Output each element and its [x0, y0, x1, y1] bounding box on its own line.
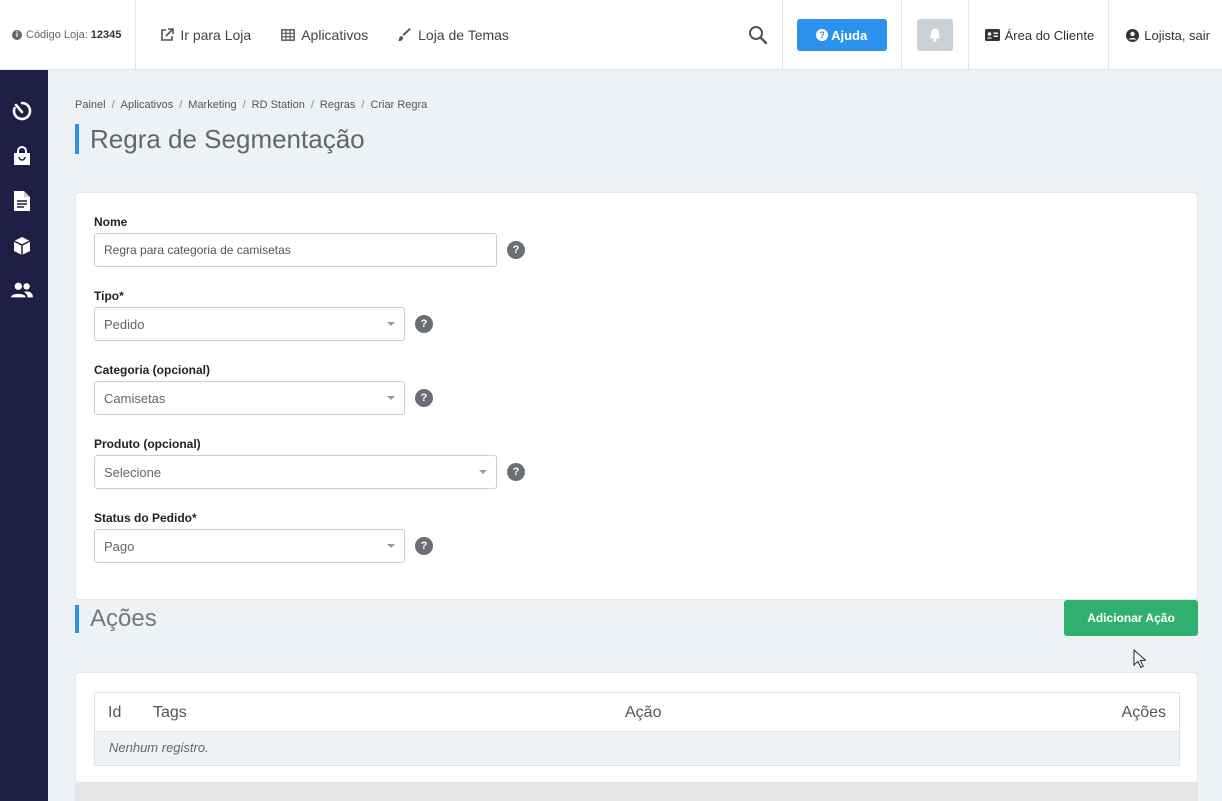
actions-table-card: Id Tags Ação Ações Nenhum registro. [75, 672, 1198, 783]
user-circle-icon [1126, 28, 1140, 42]
column-header-action[interactable]: Ação [625, 704, 661, 722]
sidebar-item-products[interactable] [11, 235, 33, 257]
table-empty-row: Nenhum registro. [95, 731, 1179, 765]
chevron-down-icon [387, 396, 395, 400]
top-bar: i Código Loja: 12345 Ir para Loja Aplica… [0, 0, 1222, 70]
help-button[interactable]: ? Ajuda [796, 19, 887, 51]
grid-icon [281, 29, 296, 41]
shopping-bag-icon [14, 146, 30, 165]
sidebar-item-dashboard[interactable] [11, 100, 33, 122]
category-help-icon[interactable]: ? [415, 389, 433, 407]
footer-strip [75, 783, 1198, 801]
page-title: Regra de Segmentação [75, 124, 365, 154]
store-code: i Código Loja: 12345 [0, 0, 137, 70]
category-select[interactable]: Camisetas [94, 381, 405, 415]
column-header-tags[interactable]: Tags [153, 704, 187, 722]
status-select[interactable]: Pago [94, 529, 405, 563]
status-select-value: Pago [104, 538, 135, 554]
product-select[interactable]: Selecione [94, 455, 497, 489]
chevron-down-icon [387, 544, 395, 548]
store-code-value: 12345 [90, 29, 122, 41]
add-action-button[interactable]: Adicionar Ação [1064, 600, 1198, 636]
logout-link[interactable]: Lojista, sair [1126, 28, 1210, 43]
stopwatch-icon [12, 101, 32, 121]
chevron-down-icon [479, 470, 487, 474]
category-select-value: Camisetas [104, 390, 166, 406]
chevron-down-icon [387, 322, 395, 326]
table-header: Id Tags Ação Ações [95, 693, 1179, 731]
theme-store-label: Loja de Temas [418, 27, 509, 43]
users-icon [11, 282, 33, 298]
name-label: Nome [94, 215, 128, 229]
mouse-cursor-icon [1133, 649, 1146, 669]
sidebar-item-orders[interactable] [11, 145, 33, 167]
breadcrumb-item[interactable]: Marketing [188, 99, 236, 111]
go-to-store-label: Ir para Loja [180, 27, 252, 43]
breadcrumb-item[interactable]: Painel [75, 99, 106, 111]
status-help-icon[interactable]: ? [415, 537, 433, 555]
breadcrumb-item[interactable]: Aplicativos [121, 99, 174, 111]
breadcrumb-item[interactable]: RD Station [252, 99, 305, 111]
notifications-button[interactable] [916, 19, 953, 51]
sidebar-item-customers[interactable] [11, 279, 33, 301]
product-label: Produto (opcional) [94, 437, 201, 451]
document-icon [14, 191, 30, 211]
type-help-icon[interactable]: ? [415, 315, 433, 333]
search-button[interactable] [738, 0, 783, 70]
column-header-actions: Ações [1121, 704, 1166, 721]
type-label: Tipo* [94, 289, 124, 303]
column-header-id[interactable]: Id [108, 704, 121, 722]
bell-icon [929, 28, 941, 42]
apps-label: Aplicativos [301, 27, 369, 43]
name-help-icon[interactable]: ? [507, 241, 525, 259]
type-select-value: Pedido [104, 316, 145, 332]
product-help-icon[interactable]: ? [507, 463, 525, 481]
sidebar-item-content[interactable] [11, 190, 33, 212]
question-icon: ? [816, 29, 829, 41]
category-label: Categoria (opcional) [94, 363, 211, 377]
actions-table: Id Tags Ação Ações Nenhum registro. [94, 692, 1180, 766]
apps-link[interactable]: Aplicativos [281, 27, 368, 43]
type-select[interactable]: Pedido [94, 307, 405, 341]
sidebar [0, 70, 48, 801]
breadcrumb-item[interactable]: Regras [320, 99, 355, 111]
actions-section-title: Ações [75, 605, 157, 633]
help-label: Ajuda [831, 27, 868, 43]
theme-store-link[interactable]: Loja de Temas [398, 27, 509, 43]
brush-icon [398, 28, 412, 42]
external-link-icon [161, 28, 175, 41]
name-input[interactable]: Regra para categoria de camisetas [94, 233, 497, 267]
breadcrumb-item-current: Criar Regra [370, 99, 428, 111]
search-icon [748, 26, 767, 45]
go-to-store-link[interactable]: Ir para Loja [160, 27, 251, 43]
box-icon [13, 237, 31, 255]
logout-label: Lojista, sair [1144, 27, 1210, 43]
id-card-icon [984, 29, 1000, 41]
product-select-value: Selecione [104, 464, 162, 480]
store-code-label: Código Loja: [26, 29, 88, 41]
status-label: Status do Pedido* [94, 511, 197, 525]
client-area-label: Área do Cliente [1004, 27, 1095, 43]
client-area-link[interactable]: Área do Cliente [984, 27, 1095, 43]
info-icon: i [12, 30, 22, 40]
breadcrumb: Painel / Aplicativos / Marketing / RD Station /… [75, 99, 428, 111]
rule-form-card: Nome Regra para categoria de camisetas ?… [75, 192, 1198, 600]
